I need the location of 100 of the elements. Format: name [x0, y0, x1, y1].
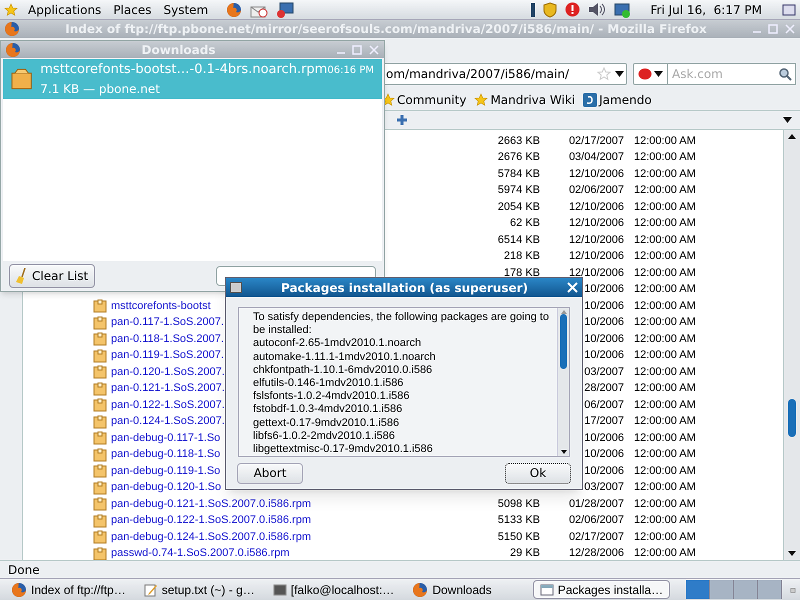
package-icon: [93, 348, 107, 363]
url-field[interactable]: om/mandriva/2007/i586/main/: [383, 63, 627, 85]
package-icon: [93, 480, 107, 495]
panel-menu[interactable]: Applications: [26, 0, 104, 18]
package-name: automake-1.11.1-1mdv2010.1.noarch: [253, 350, 437, 364]
search-field[interactable]: Ask.com: [668, 63, 796, 85]
file-time: 12:00:00 AM: [634, 416, 696, 428]
download-name: msttcorefonts-bootst…-0.1-4brs.noarch.rpm: [40, 61, 328, 80]
file-date: 12/10/2006: [568, 234, 624, 246]
taskbar-button[interactable]: [falko@localhost:…: [266, 580, 402, 599]
file-link[interactable]: pan-0.122-1.SoS.2007.: [111, 400, 225, 411]
new-tab-icon[interactable]: [396, 114, 408, 126]
file-link[interactable]: pan-0.119-1.SoS.2007.: [111, 350, 224, 362]
file-time: 12:00:00 AM: [634, 400, 696, 411]
file-date: 12/28/2006: [568, 547, 624, 560]
file-time: 12:00:00 AM: [634, 168, 696, 180]
file-link[interactable]: pan-debug-0.117-1.So: [111, 432, 220, 444]
dialog-button[interactable]: Abort: [237, 462, 303, 484]
file-time: 12:00:00 AM: [634, 383, 696, 394]
file-link[interactable]: passwd-0.74-1.SoS.2007.0.i586.rpm: [111, 548, 290, 560]
file-time: 12:00:00 AM: [634, 268, 696, 279]
package-icon: [93, 382, 107, 396]
file-link[interactable]: pan-0.118-1.SoS.2007.: [111, 334, 224, 345]
file-date: 12/10/2006: [568, 266, 624, 279]
url-dropdown-icon: [615, 71, 624, 77]
file-size: 62 KB: [510, 217, 540, 230]
file-date: 02/17/2007: [568, 530, 624, 543]
scrollbar[interactable]: [783, 130, 800, 560]
taskbar-button[interactable]: setup.txt (~) - g…: [136, 580, 262, 599]
package-icon: [93, 464, 107, 478]
launcher-globe-icon: [226, 2, 242, 18]
file-time: 12:00:00 AM: [634, 251, 696, 262]
scroll-down-icon[interactable]: [788, 551, 796, 556]
file-date: 10/2006: [584, 448, 624, 460]
file-link[interactable]: pan-debug-0.121-1.SoS.2007.0.i586.rpm: [111, 498, 311, 510]
file-time: 12:00:00 AM: [634, 334, 696, 345]
file-link[interactable]: pan-0.124-1.SoS.2007.: [111, 416, 225, 428]
package-name: libfs6-1.0.2-2mdv2010.1.i586: [253, 430, 396, 444]
clear-list-button[interactable]: Clear List: [9, 264, 96, 288]
file-link[interactable]: pan-0.121-1.SoS.2007.: [111, 383, 225, 394]
status-text: Done: [8, 562, 40, 578]
file-link[interactable]: pan-debug-0.120-1.So: [111, 482, 222, 494]
alert-icon[interactable]: [564, 2, 580, 17]
file-link[interactable]: pan-debug-0.118-1.So: [111, 449, 220, 460]
window-menu-icon[interactable]: [230, 282, 242, 293]
list-scrollbar[interactable]: [557, 308, 569, 456]
taskbar-button[interactable]: Downloads: [405, 580, 499, 599]
file-size: 5133 KB: [498, 514, 540, 526]
bookmark-link[interactable]: Jamendo: [583, 91, 652, 109]
package-icon: [93, 546, 107, 560]
file-link[interactable]: pan-0.117-1.SoS.2007.: [111, 317, 224, 328]
network-icon[interactable]: [614, 2, 631, 18]
file-time: 12:00:00 AM: [634, 548, 696, 560]
taskbar-button[interactable]: Packages installa…: [532, 580, 670, 599]
file-link[interactable]: pan-0.120-1.SoS.2007.: [111, 366, 225, 378]
package-icon: [93, 299, 107, 314]
search-engine-button[interactable]: [633, 63, 668, 85]
shield-icon[interactable]: [542, 2, 557, 18]
file-size: 5784 KB: [498, 168, 540, 180]
package-icon: [93, 431, 107, 446]
file-size: 2676 KB: [498, 151, 540, 164]
package-name: chkfontpath-1.10.1-6mdv2010.0.i586: [253, 364, 434, 378]
monitor-icon[interactable]: [276, 2, 294, 18]
file-date: 10/2006: [584, 332, 624, 345]
star-icon: [4, 2, 18, 16]
file-time: 12:00:00 AM: [634, 300, 696, 312]
package-icon: [11, 68, 32, 90]
broom-icon: [16, 268, 28, 284]
package-name: elfutils-0.146-1mdv2010.1.i586: [253, 377, 404, 390]
file-link[interactable]: pan-debug-0.122-1.SoS.2007.0.i586.rpm: [111, 515, 311, 526]
package-icon: [93, 514, 107, 528]
show-desktop-icon[interactable]: [782, 2, 796, 16]
bookmark-star-icon[interactable]: [597, 67, 611, 81]
scroll-down-icon[interactable]: [560, 450, 566, 454]
file-size: 2054 KB: [498, 200, 540, 213]
package-name: autoconf-2.65-1mdv2010.1.noarch: [253, 337, 422, 351]
file-link[interactable]: pan-debug-0.124-1.SoS.2007.0.i586.rpm: [111, 532, 311, 543]
panel-menu[interactable]: Places: [111, 0, 154, 18]
app-globe-icon: [5, 42, 21, 58]
panel-menu[interactable]: System: [161, 0, 210, 18]
package-icon: [93, 332, 107, 346]
file-link[interactable]: pan-debug-0.119-1.So: [111, 466, 220, 477]
download-time: 06:16 PM: [327, 64, 374, 78]
bookmark-link[interactable]: Mandriva Wiki: [474, 91, 576, 109]
file-date: 28/2007: [584, 382, 624, 394]
taskbar-button[interactable]: Index of ftp://ftp…: [4, 580, 133, 599]
speaker-icon[interactable]: [588, 2, 606, 17]
scroll-thumb[interactable]: [560, 314, 567, 369]
package-name: gettext-0.17-9mdv2010.1.i586: [253, 416, 400, 430]
window-controls-icon: [336, 44, 380, 54]
close-icon[interactable]: [567, 282, 578, 293]
dialog-button[interactable]: Ok: [505, 462, 571, 484]
clock[interactable]: Fri Jul 16, 6:17 PM: [650, 0, 762, 18]
scroll-thumb[interactable]: [788, 399, 796, 437]
file-link[interactable]: msttcorefonts-bootst: [111, 300, 211, 312]
search-icon[interactable]: [778, 67, 792, 81]
file-time: 12:00:00 AM: [634, 202, 696, 213]
file-size: 218 KB: [504, 250, 540, 262]
scroll-up-icon[interactable]: [788, 134, 796, 139]
window-title: Index of ftp://ftp.pbone.net/mirror/seerofsouls.com/mandriva/2007/i586/main/ - Mozilla Firefox: [64, 21, 708, 38]
